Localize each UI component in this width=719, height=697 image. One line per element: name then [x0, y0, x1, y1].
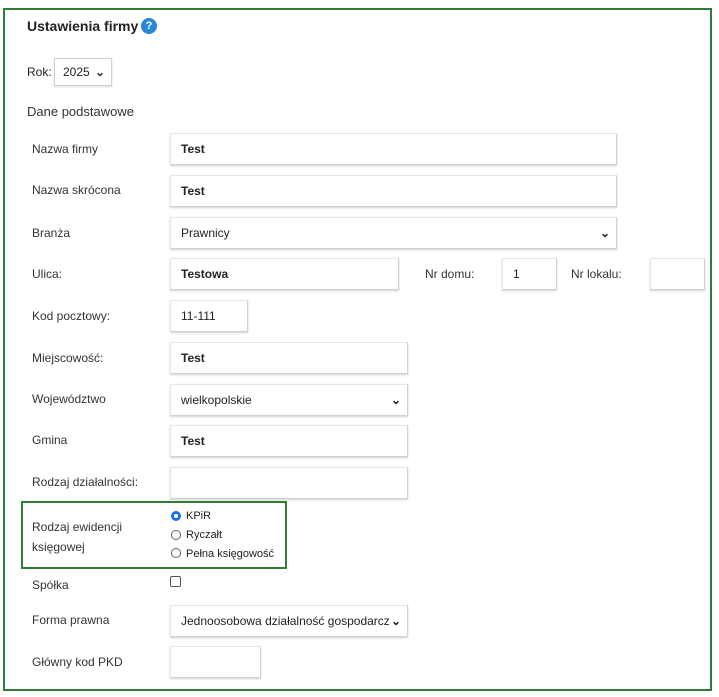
postal-code-label: Kod pocztowy:	[32, 309, 111, 323]
commune-label: Gmina	[32, 433, 68, 447]
city-label: Miejscowość:	[32, 351, 104, 365]
help-icon[interactable]: ?	[141, 18, 157, 34]
voivodeship-label: Województwo	[32, 392, 106, 406]
city-input[interactable]: Test	[170, 342, 408, 374]
house-no-input[interactable]: 1	[502, 258, 557, 290]
accounting-type-label-line2: księgowej	[32, 540, 85, 554]
postal-code-input[interactable]: 11-111	[170, 300, 248, 332]
chevron-down-icon: ⌄	[388, 606, 401, 636]
street-label: Ulica:	[32, 267, 63, 281]
accounting-type-label-line1: Rodzaj ewidencji	[32, 520, 123, 534]
pkd-input[interactable]	[170, 646, 261, 678]
short-name-label: Nazwa skrócona	[32, 183, 121, 197]
partnership-checkbox[interactable]	[170, 576, 181, 587]
radio-ryczalt[interactable]	[171, 530, 181, 540]
legal-form-value: Jednoosobowa działalność gospodarcza	[181, 614, 397, 628]
activity-type-input[interactable]	[170, 467, 408, 499]
legal-form-select[interactable]: Jednoosobowa działalność gospodarcza ⌄	[170, 605, 408, 637]
commune-input[interactable]: Test	[170, 425, 408, 457]
voivodeship-value: wielkopolskie	[181, 393, 252, 407]
radio-full-accounting-label: Pełna księgowość	[186, 548, 275, 560]
radio-kpir-label: KPiR	[186, 510, 212, 522]
partnership-label: Spółka	[32, 578, 69, 592]
street-input[interactable]: Testowa	[170, 258, 399, 290]
chevron-down-icon: ⌄	[599, 226, 610, 240]
section-title: Dane podstawowe	[27, 104, 134, 119]
radio-full-accounting[interactable]	[171, 548, 181, 558]
company-name-input[interactable]: Test	[170, 133, 617, 165]
house-no-label: Nr domu:	[425, 267, 475, 281]
voivodeship-select[interactable]: wielkopolskie ⌄	[170, 384, 408, 416]
year-select[interactable]: 2025 ⌄	[54, 58, 112, 86]
radio-ryczalt-label: Ryczałt	[186, 529, 223, 541]
radio-kpir[interactable]	[171, 511, 181, 521]
company-name-label: Nazwa firmy	[32, 142, 99, 156]
apartment-no-input[interactable]	[650, 258, 705, 290]
industry-value: Prawnicy	[181, 226, 230, 240]
apartment-no-label: Nr lokalu:	[571, 267, 622, 281]
chevron-down-icon: ⌄	[94, 65, 105, 79]
page-title: Ustawienia firmy	[27, 18, 139, 34]
legal-form-label: Forma prawna	[32, 613, 110, 627]
activity-type-label: Rodzaj działalności:	[32, 475, 139, 489]
year-value: 2025	[63, 65, 90, 79]
industry-label: Branża	[32, 226, 71, 240]
pkd-label: Główny kod PKD	[32, 655, 123, 669]
chevron-down-icon: ⌄	[390, 393, 401, 407]
industry-select[interactable]: Prawnicy ⌄	[170, 217, 617, 249]
short-name-input[interactable]: Test	[170, 175, 617, 207]
year-label: Rok:	[27, 65, 52, 79]
